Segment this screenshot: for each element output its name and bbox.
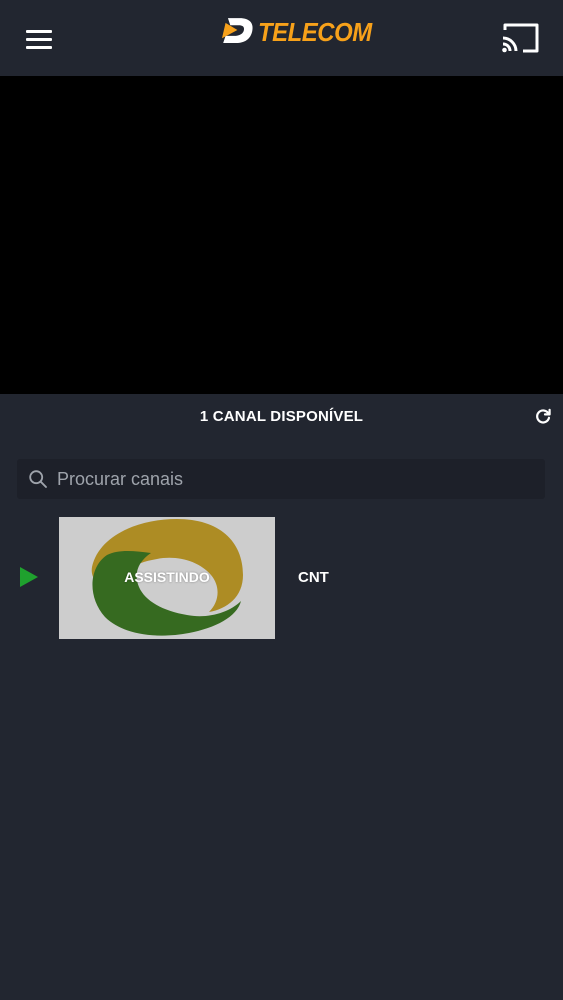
logo-d-play-icon bbox=[222, 18, 253, 44]
hamburger-menu-icon bbox=[26, 29, 52, 33]
channel-thumbnail: ASSISTINDO bbox=[59, 517, 275, 639]
cast-button[interactable] bbox=[500, 20, 542, 56]
search-input[interactable] bbox=[48, 459, 545, 499]
hamburger-menu-icon-bar bbox=[26, 37, 52, 41]
hamburger-menu-icon-bar bbox=[26, 45, 52, 49]
menu-button[interactable] bbox=[20, 20, 58, 58]
video-player[interactable] bbox=[0, 76, 563, 394]
search-box bbox=[17, 459, 545, 499]
cast-icon bbox=[502, 23, 539, 53]
channel-name: CNT bbox=[298, 569, 329, 586]
brand-logo: TELECOM bbox=[222, 6, 382, 54]
app-root: TELECOM 1 CANAL DISPONÍVEL Procurar cana… bbox=[0, 0, 563, 1000]
watching-label: ASSISTINDO bbox=[124, 569, 210, 585]
channel-list-item[interactable]: ASSISTINDO CNT bbox=[0, 516, 563, 640]
refresh-button[interactable] bbox=[534, 408, 552, 426]
now-playing-icon bbox=[20, 567, 38, 587]
app-header: TELECOM bbox=[0, 0, 563, 76]
channels-header: 1 CANAL DISPONÍVEL bbox=[0, 394, 563, 440]
channel-count-label: 1 CANAL DISPONÍVEL bbox=[199, 408, 364, 425]
search-icon bbox=[29, 470, 47, 488]
logo-text: TELECOM bbox=[258, 16, 373, 47]
refresh-icon bbox=[536, 408, 551, 424]
